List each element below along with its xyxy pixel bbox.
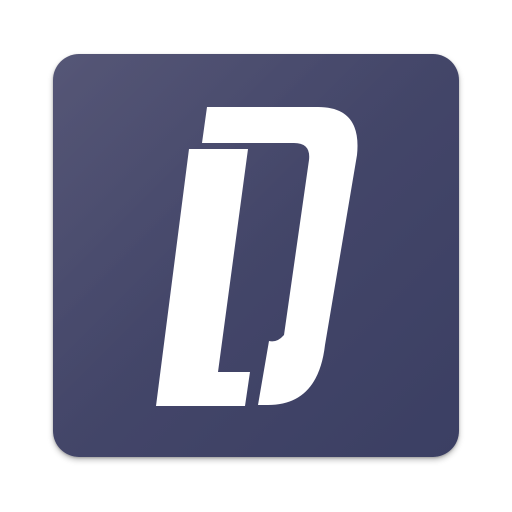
letter-l-shape bbox=[156, 149, 250, 406]
app-icon[interactable] bbox=[53, 54, 459, 457]
ld-monogram-logo-icon bbox=[156, 107, 358, 406]
launcher-canvas bbox=[0, 0, 512, 512]
